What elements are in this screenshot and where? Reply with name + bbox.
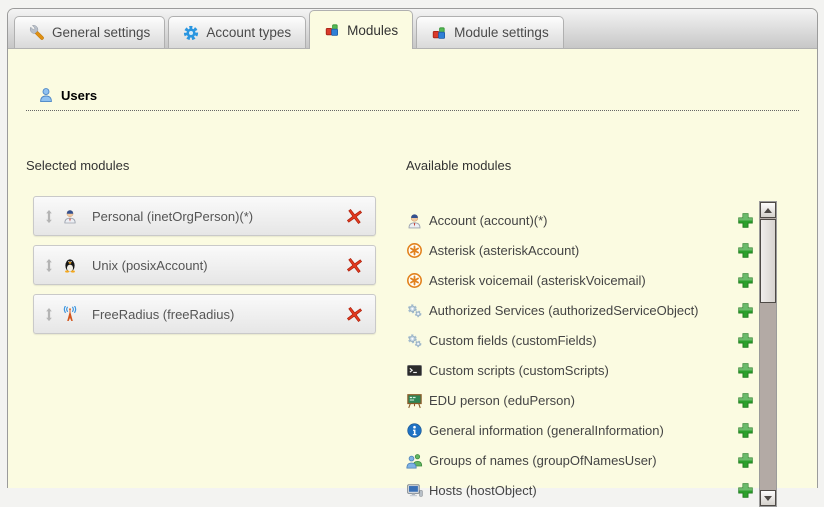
add-module-button[interactable] bbox=[737, 452, 754, 469]
add-module-button[interactable] bbox=[737, 272, 754, 289]
gears-icon bbox=[406, 302, 423, 319]
scroll-down-button[interactable] bbox=[760, 490, 776, 506]
available-module-label: Account (account)(*) bbox=[429, 213, 737, 228]
available-module-label: Custom scripts (customScripts) bbox=[429, 363, 737, 378]
selected-module-row[interactable]: FreeRadius (freeRadius) bbox=[33, 294, 376, 334]
gears-icon bbox=[406, 332, 423, 349]
add-module-button[interactable] bbox=[737, 422, 754, 439]
scroll-up-button[interactable] bbox=[760, 202, 776, 218]
selected-modules-label: Selected modules bbox=[26, 158, 129, 173]
selected-modules-list: Personal (inetOrgPerson)(*) bbox=[33, 196, 376, 343]
available-module-label: Asterisk (asteriskAccount) bbox=[429, 243, 737, 258]
tab-label: General settings bbox=[52, 25, 150, 40]
available-module-row: General information (generalInformation) bbox=[406, 415, 754, 445]
add-module-button[interactable] bbox=[737, 242, 754, 259]
tab-label: Modules bbox=[347, 23, 398, 38]
tab-account-types[interactable]: Account types bbox=[168, 16, 306, 48]
available-module-label: EDU person (eduPerson) bbox=[429, 393, 737, 408]
chalkboard-icon bbox=[406, 392, 423, 409]
selected-module-row[interactable]: Unix (posixAccount) bbox=[33, 245, 376, 285]
available-module-row: Account (account)(*) bbox=[406, 205, 754, 235]
add-module-button[interactable] bbox=[737, 332, 754, 349]
person-icon bbox=[62, 208, 78, 224]
person-icon bbox=[406, 212, 423, 229]
available-module-row: Asterisk voicemail (asteriskVoicemail) bbox=[406, 265, 754, 295]
drag-handle-icon[interactable] bbox=[44, 258, 54, 273]
available-module-row: Hosts (hostObject) bbox=[406, 475, 754, 505]
modules-tab-content: Users Selected modules Available modules… bbox=[8, 49, 817, 488]
add-plus-icon bbox=[737, 212, 754, 229]
config-window: General settings Account types Modules bbox=[7, 8, 818, 488]
add-plus-icon bbox=[737, 242, 754, 259]
users-section-heading: Users bbox=[26, 87, 799, 111]
add-plus-icon bbox=[737, 332, 754, 349]
available-module-row: EDU person (eduPerson) bbox=[406, 385, 754, 415]
available-module-label: Custom fields (customFields) bbox=[429, 333, 737, 348]
add-module-button[interactable] bbox=[737, 392, 754, 409]
scrollbar-thumb[interactable] bbox=[760, 219, 776, 303]
remove-module-button[interactable] bbox=[346, 257, 363, 274]
available-module-label: Asterisk voicemail (asteriskVoicemail) bbox=[429, 273, 737, 288]
available-module-row: Groups of names (groupOfNamesUser) bbox=[406, 445, 754, 475]
add-module-button[interactable] bbox=[737, 362, 754, 379]
tab-modules[interactable]: Modules bbox=[309, 10, 413, 49]
selected-module-row[interactable]: Personal (inetOrgPerson)(*) bbox=[33, 196, 376, 236]
tab-general-settings[interactable]: General settings bbox=[14, 16, 165, 48]
radio-antenna-icon bbox=[62, 306, 78, 322]
available-module-row: Custom fields (customFields) bbox=[406, 325, 754, 355]
terminal-icon bbox=[406, 362, 423, 379]
delete-x-icon bbox=[346, 306, 363, 323]
add-plus-icon bbox=[737, 362, 754, 379]
add-module-button[interactable] bbox=[737, 482, 754, 499]
wrench-icon bbox=[29, 25, 45, 41]
add-plus-icon bbox=[737, 452, 754, 469]
section-title: Users bbox=[61, 88, 97, 103]
drag-handle-icon[interactable] bbox=[44, 209, 54, 224]
available-module-row: Authorized Services (authorizedServiceOb… bbox=[406, 295, 754, 325]
add-plus-icon bbox=[737, 272, 754, 289]
tab-bar: General settings Account types Modules bbox=[8, 9, 817, 49]
delete-x-icon bbox=[346, 257, 363, 274]
remove-module-button[interactable] bbox=[346, 306, 363, 323]
gear-icon bbox=[183, 25, 199, 41]
available-module-label: Groups of names (groupOfNamesUser) bbox=[429, 453, 737, 468]
tab-label: Module settings bbox=[454, 25, 549, 40]
available-modules-list: Account (account)(*) Asterisk (asteriskA… bbox=[406, 205, 754, 505]
modules-icon bbox=[431, 25, 447, 41]
available-module-row: Asterisk (asteriskAccount) bbox=[406, 235, 754, 265]
available-module-label: Authorized Services (authorizedServiceOb… bbox=[429, 303, 737, 318]
drag-handle-icon[interactable] bbox=[44, 307, 54, 322]
triangle-down-icon bbox=[764, 496, 772, 501]
selected-module-label: Unix (posixAccount) bbox=[92, 258, 346, 273]
available-modules-scrollbar[interactable] bbox=[759, 201, 777, 507]
available-module-label: General information (generalInformation) bbox=[429, 423, 737, 438]
add-module-button[interactable] bbox=[737, 212, 754, 229]
asterisk-icon bbox=[406, 242, 423, 259]
delete-x-icon bbox=[346, 208, 363, 225]
tux-penguin-icon bbox=[62, 257, 78, 273]
add-plus-icon bbox=[737, 422, 754, 439]
available-module-label: Hosts (hostObject) bbox=[429, 483, 737, 498]
add-module-button[interactable] bbox=[737, 302, 754, 319]
host-computer-icon bbox=[406, 482, 423, 499]
available-modules-label: Available modules bbox=[406, 158, 511, 173]
group-icon bbox=[406, 452, 423, 469]
user-icon bbox=[38, 87, 54, 103]
remove-module-button[interactable] bbox=[346, 208, 363, 225]
triangle-up-icon bbox=[764, 208, 772, 213]
add-plus-icon bbox=[737, 302, 754, 319]
add-plus-icon bbox=[737, 392, 754, 409]
available-module-row: Custom scripts (customScripts) bbox=[406, 355, 754, 385]
selected-module-label: Personal (inetOrgPerson)(*) bbox=[92, 209, 346, 224]
modules-icon bbox=[324, 22, 340, 38]
add-plus-icon bbox=[737, 482, 754, 499]
info-icon bbox=[406, 422, 423, 439]
tab-module-settings[interactable]: Module settings bbox=[416, 16, 564, 48]
tab-label: Account types bbox=[206, 25, 291, 40]
selected-module-label: FreeRadius (freeRadius) bbox=[92, 307, 346, 322]
asterisk-icon bbox=[406, 272, 423, 289]
